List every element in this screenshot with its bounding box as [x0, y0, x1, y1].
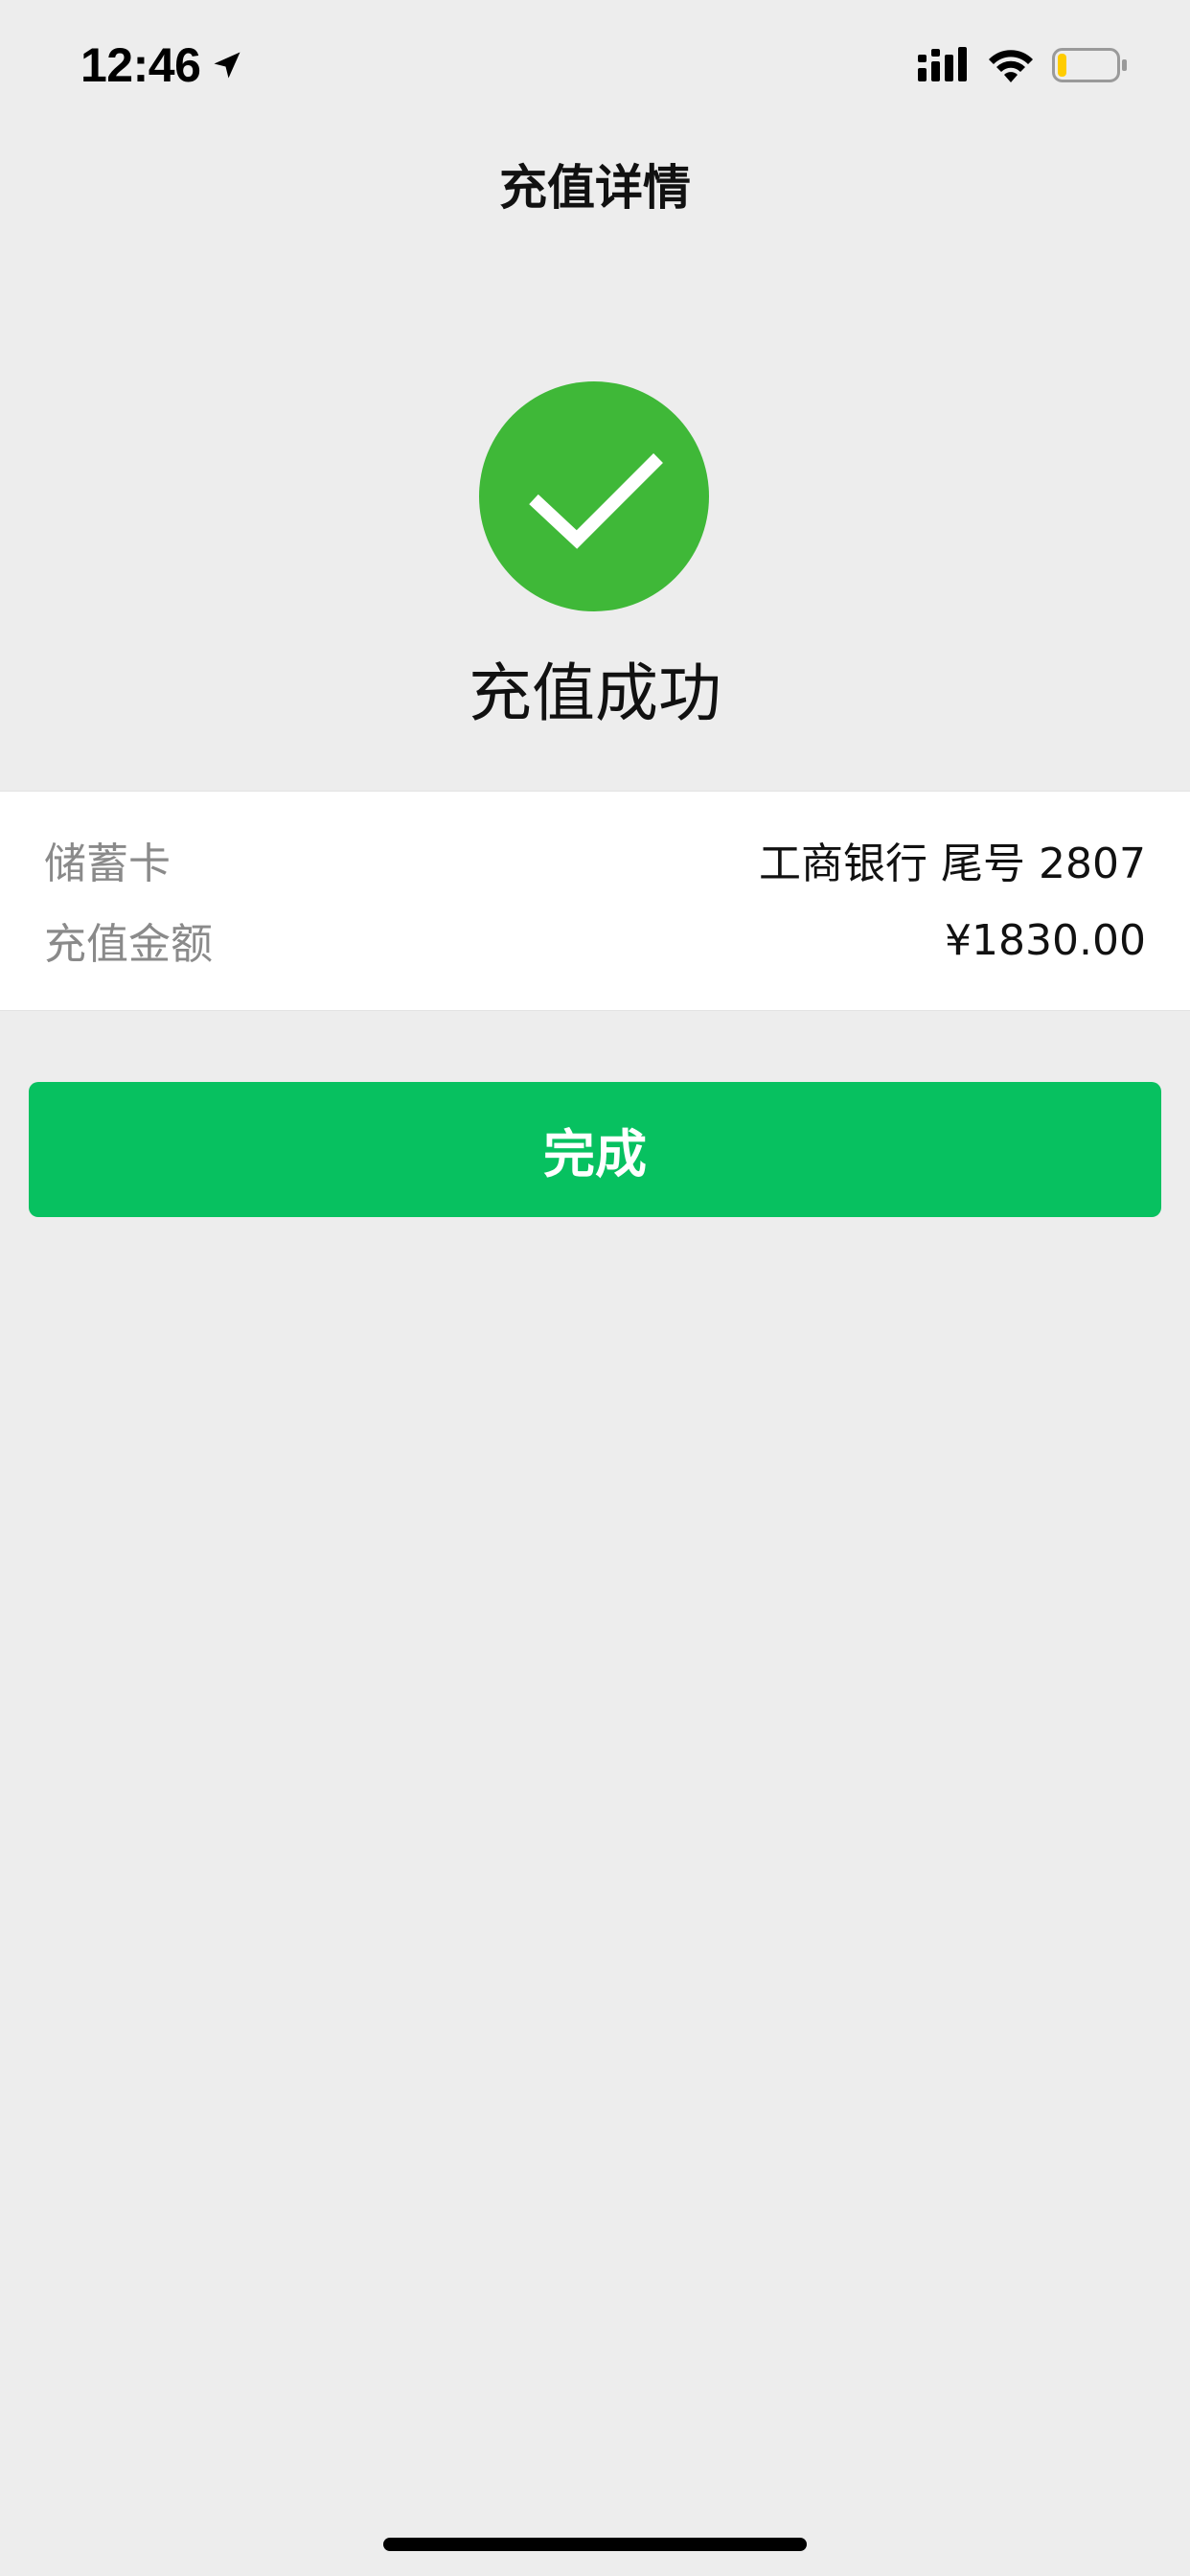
amount-label: 充值金额 — [44, 920, 213, 969]
detail-row-amount: 充值金额 ¥1830.00 — [44, 907, 1146, 974]
status-icons — [918, 42, 1129, 88]
done-button[interactable]: 完成 — [29, 1082, 1161, 1217]
success-badge — [479, 381, 709, 611]
card-value: 工商银行 尾号 2807 — [759, 840, 1146, 888]
wifi-icon — [989, 50, 1033, 82]
cellular-signal-icon — [918, 47, 967, 81]
home-indicator[interactable] — [383, 2538, 807, 2551]
location-arrow-icon — [214, 52, 240, 79]
status-time: 12:46 — [80, 38, 201, 92]
page-title: 充值详情 — [499, 160, 691, 216]
status-bar: 12:46 — [0, 0, 1190, 126]
status-time-group: 12:46 — [80, 34, 244, 96]
check-icon — [529, 453, 663, 549]
battery-icon — [1052, 48, 1127, 82]
amount-value: ¥1830.00 — [945, 915, 1146, 965]
detail-row-card: 储蓄卡 工商银行 尾号 2807 — [44, 826, 1146, 893]
success-title: 充值成功 — [469, 656, 721, 730]
recharge-detail-panel: 储蓄卡 工商银行 尾号 2807 充值金额 ¥1830.00 — [0, 791, 1190, 1011]
card-label: 储蓄卡 — [44, 840, 171, 888]
